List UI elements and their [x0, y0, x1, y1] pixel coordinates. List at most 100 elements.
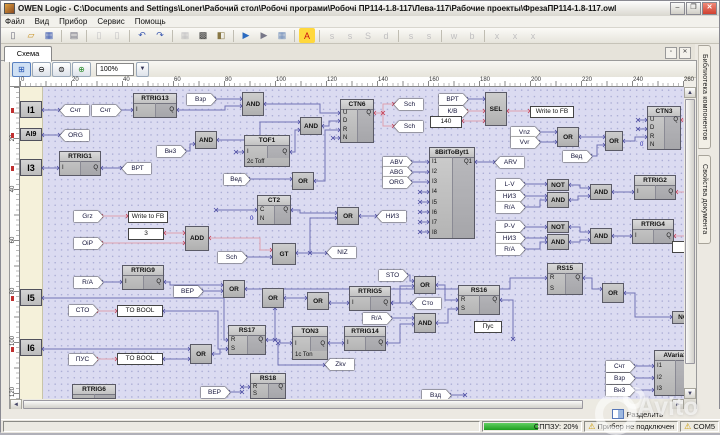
flag-Vvr[interactable]: Vvr — [511, 137, 538, 148]
flag-NIZ[interactable]: NIZ — [327, 247, 354, 258]
flag-НИЗ[interactable]: НИЗ — [496, 191, 523, 202]
flag-ВРТ[interactable]: ВРТ — [122, 163, 149, 174]
fb-CTN6[interactable]: CTN6UDRNQ — [340, 99, 374, 143]
flag-Zkv[interactable]: Zkv — [325, 359, 352, 370]
flag-OiP[interactable]: OiP — [74, 238, 101, 249]
flag-Вед[interactable]: Вед — [563, 151, 590, 162]
fb-RS15[interactable]: RS15RSQ — [547, 263, 583, 295]
tab-schema[interactable]: Схема — [4, 46, 52, 62]
gate-gt-14[interactable]: GT — [272, 243, 296, 265]
flag-Sch[interactable]: Sch — [394, 99, 421, 110]
device-monitor-icon[interactable]: ▦ — [274, 28, 290, 43]
minimize-button[interactable]: – — [670, 2, 685, 15]
split-button[interactable]: Разделить — [612, 409, 663, 419]
fb-CTN3[interactable]: CTN3UDRNQ — [647, 106, 681, 150]
zoom-in-icon[interactable]: ⊕ — [72, 62, 91, 77]
fb-RTRIG9[interactable]: RTRIG9IQ — [122, 265, 164, 290]
new-document-icon[interactable]: ▯ — [5, 28, 21, 43]
value-box-Пус[interactable]: Пус — [474, 321, 502, 333]
gate-or-21[interactable]: OR — [190, 344, 212, 364]
input-I6[interactable]: I6 — [20, 339, 42, 356]
restore-button[interactable]: ❐ — [686, 2, 701, 15]
fb-RTRIG5[interactable]: RTRIG5IQ — [349, 286, 391, 311]
flag-ORG[interactable]: ORG — [60, 130, 87, 141]
flag-R/A[interactable]: R/A — [363, 313, 390, 324]
diagram-canvas[interactable]: I1AI9I3I5I6RTRIG13IQRTRIG1IQTOF1IQ2c Tof… — [20, 87, 684, 399]
fb-RTRIG14[interactable]: RTRIG14IQ — [344, 326, 386, 351]
gate-or-5[interactable]: OR — [557, 127, 579, 147]
flag-R/A[interactable]: R/A — [496, 244, 523, 255]
fb-RTRIG4[interactable]: RTRIG4IQ — [632, 219, 674, 244]
text-tool-icon[interactable]: A — [299, 28, 315, 43]
device-config-icon[interactable]: ◧ — [213, 28, 229, 43]
menu-Помощь[interactable]: Помощь — [135, 17, 166, 26]
zoom-level[interactable]: 100% — [96, 63, 134, 76]
gate-not-7[interactable]: NOT — [547, 179, 569, 191]
gate-and-2[interactable]: AND — [195, 131, 217, 149]
flag-Сто[interactable]: Сто — [412, 298, 439, 309]
undo-icon[interactable]: ↶ — [134, 28, 150, 43]
gate-or-19[interactable]: OR — [262, 288, 284, 308]
fb-RTRIG13[interactable]: RTRIG13IQ — [133, 93, 177, 118]
flag-ВЕР[interactable]: ВЕР — [174, 286, 201, 297]
value-box-Write-to-FB[interactable]: Write to FB — [530, 106, 574, 118]
flag-STO[interactable]: STO — [379, 270, 406, 281]
flag-Sch[interactable]: Sch — [394, 121, 421, 132]
print-icon[interactable]: ▤ — [66, 28, 82, 43]
flag-ВЕР[interactable]: ВЕР — [201, 387, 228, 398]
gate-and-9[interactable]: AND — [590, 184, 612, 200]
menu-Вид[interactable]: Вид — [35, 17, 49, 26]
run-simulation-icon[interactable]: ▶ — [238, 28, 254, 43]
side-tab-library[interactable]: Библиотека компонентов — [698, 45, 711, 149]
gate-or-15[interactable]: OR — [337, 207, 359, 225]
grid-toggle-icon[interactable]: ⊞ — [12, 62, 31, 77]
vertical-scrollbar[interactable]: ▲ ▼ — [684, 87, 696, 399]
fb-TOF1[interactable]: TOF1IQ2c Toff — [244, 135, 290, 167]
gate-and-11[interactable]: AND — [547, 234, 569, 250]
value-box-140[interactable]: 140 — [430, 116, 462, 128]
flag-Grz[interactable]: Grz — [74, 211, 101, 222]
gate-or-16[interactable]: OR — [223, 280, 245, 298]
flag-Sch[interactable]: Sch — [218, 252, 245, 263]
menu-Файл[interactable]: Файл — [5, 17, 25, 26]
value-box-Write-to-FB[interactable]: Write to FB — [128, 211, 168, 223]
flag-Счт[interactable]: Счт — [92, 105, 119, 116]
flag-Счт[interactable]: Счт — [60, 105, 87, 116]
input-I1[interactable]: I1 — [20, 101, 42, 118]
pin-panel-icon[interactable]: ▫ — [665, 47, 677, 59]
menu-Прибор[interactable]: Прибор — [59, 17, 87, 26]
redo-icon[interactable]: ↷ — [152, 28, 168, 43]
close-panel-icon[interactable]: ✕ — [679, 47, 691, 59]
fb-RTRIG2[interactable]: RTRIG2IQ — [634, 175, 676, 200]
menu-Сервис[interactable]: Сервис — [97, 17, 124, 26]
flag-L-V[interactable]: L-V — [496, 179, 523, 190]
fb-CT2[interactable]: CT2CNQ — [257, 195, 291, 225]
fb-RS18[interactable]: RS18RSQ — [250, 373, 286, 399]
fb-RTRIG6[interactable]: RTRIG6 — [72, 384, 116, 399]
gate-and-8[interactable]: AND — [547, 192, 569, 208]
flag-НИЗ[interactable]: НИЗ — [377, 211, 404, 222]
close-button[interactable]: ✕ — [702, 2, 717, 15]
gate-or-17[interactable]: OR — [414, 276, 436, 294]
flag-ПУС[interactable]: ПУС — [69, 354, 96, 365]
input-I5[interactable]: I5 — [20, 289, 42, 306]
flag-НИЗ[interactable]: НИЗ — [496, 233, 523, 244]
flag-ORG[interactable]: ORG — [383, 177, 410, 188]
flag-Взд[interactable]: Взд — [422, 390, 449, 399]
open-file-icon[interactable]: ▱ — [23, 28, 39, 43]
gate-sel-4[interactable]: SEL — [485, 92, 507, 126]
device-memory-icon[interactable]: ▩ — [195, 28, 211, 43]
gate-or-20[interactable]: OR — [307, 292, 329, 310]
gate-not-10[interactable]: NOT — [547, 221, 569, 233]
flag-R/A[interactable]: R/A — [496, 202, 523, 213]
gate-or-18[interactable]: OR — [602, 283, 624, 303]
fb-RS16[interactable]: RS16RSQ — [458, 285, 500, 315]
gate-or-3[interactable]: OR — [292, 172, 314, 190]
flag-Счт[interactable]: Счт — [606, 361, 633, 372]
fb-AVaria3[interactable]: AVaria3I1I2I3Q — [654, 350, 684, 396]
flag-Вн3[interactable]: Вн3 — [606, 385, 633, 396]
gate-not-23[interactable]: NOT — [672, 311, 684, 324]
value-box-empty[interactable] — [672, 241, 684, 253]
flag-ВРТ[interactable]: ВРТ — [439, 94, 466, 105]
flag-ARV[interactable]: ARV — [495, 157, 522, 168]
